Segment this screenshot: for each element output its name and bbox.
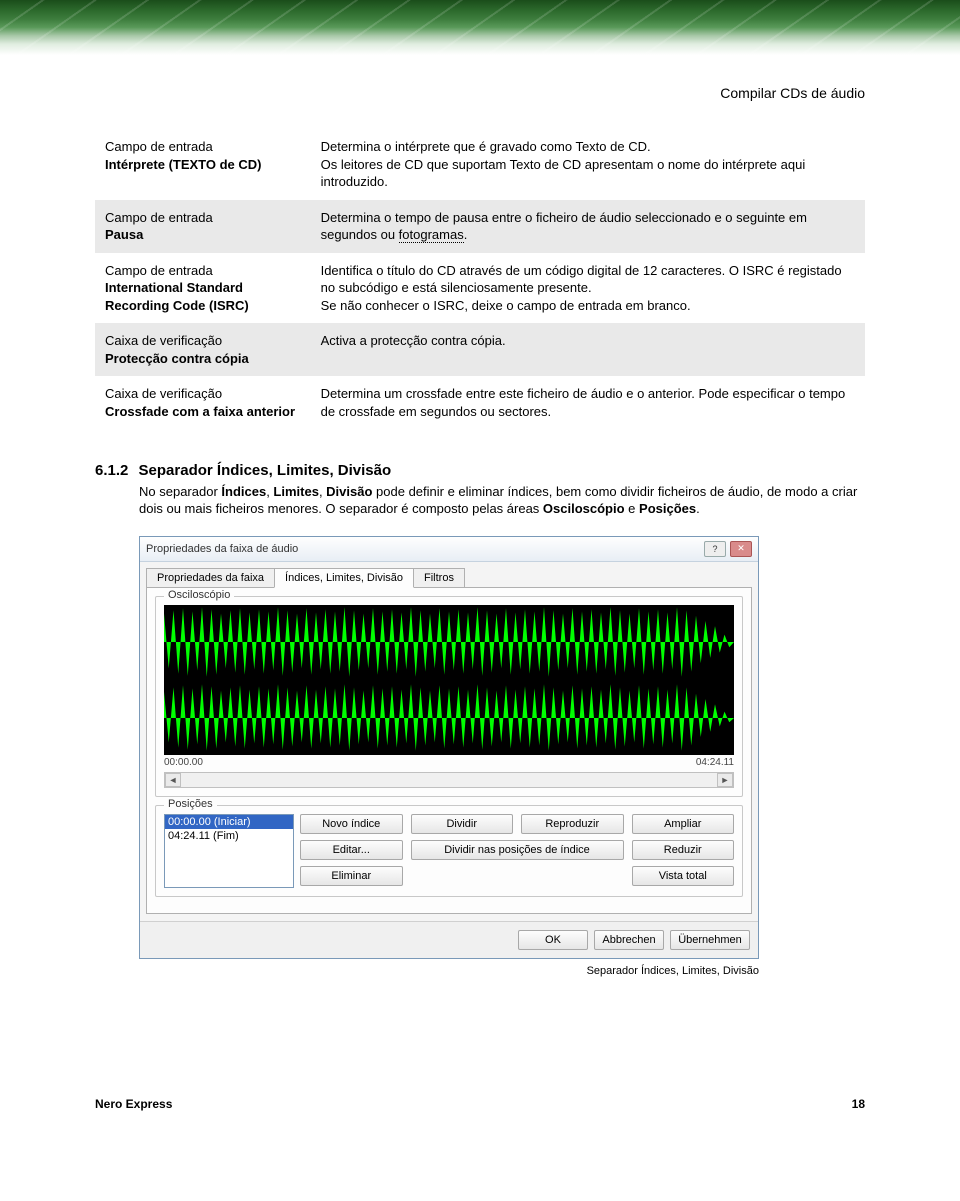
field-desc-line: Determina o tempo de pausa entre o fiche…	[321, 210, 807, 243]
chapter-title: Compilar CDs de áudio	[95, 85, 865, 101]
reproduzir-button[interactable]: Reproduzir	[521, 814, 624, 834]
section-bold: Posições	[639, 501, 696, 516]
table-row: Caixa de verificação Crossfade com a fai…	[95, 376, 865, 429]
section-number: 6.1.2	[95, 462, 128, 479]
section-text: No separador	[139, 484, 221, 499]
section-bold: Osciloscópio	[543, 501, 625, 516]
field-type: Caixa de verificação	[105, 332, 301, 350]
section-bold: Índices	[221, 484, 266, 499]
figure-caption: Separador Índices, Limites, Divisão	[139, 965, 759, 977]
group-positions: Posições 00:00.00 (Iniciar) 04:24.11 (Fi…	[155, 805, 743, 897]
section-body: No separador Índices, Limites, Divisão p…	[139, 483, 865, 518]
editar-button[interactable]: Editar...	[300, 840, 403, 860]
field-desc-line: Activa a protecção contra cópia.	[321, 332, 855, 350]
field-desc-line: Identifica o título do CD através de um …	[321, 262, 855, 297]
apply-button[interactable]: Übernehmen	[670, 930, 750, 950]
info-table: Campo de entrada Intérprete (TEXTO de CD…	[95, 129, 865, 430]
dividir-posicoes-button[interactable]: Dividir nas posições de índice	[411, 840, 624, 860]
section-title: Separador Índices, Limites, Divisão	[139, 462, 392, 479]
page-number: 18	[852, 1097, 865, 1111]
field-desc-line: Determina o intérprete que é gravado com…	[321, 138, 855, 156]
dialog-title: Propriedades da faixa de áudio	[146, 543, 298, 555]
ok-button[interactable]: OK	[518, 930, 588, 950]
ampliar-button[interactable]: Ampliar	[632, 814, 735, 834]
tab-indices[interactable]: Índices, Limites, Divisão	[274, 568, 414, 588]
glossary-link[interactable]: fotogramas	[399, 227, 464, 243]
table-row: Campo de entrada Pausa Determina o tempo…	[95, 200, 865, 253]
field-name: Pausa	[105, 226, 301, 244]
scroll-right-icon[interactable]: ►	[717, 773, 733, 787]
field-name: International Standard Recording Code (I…	[105, 279, 301, 314]
tab-filtros[interactable]: Filtros	[413, 568, 465, 588]
cancel-button[interactable]: Abbrechen	[594, 930, 664, 950]
product-name: Nero Express	[95, 1097, 172, 1111]
field-type: Campo de entrada	[105, 209, 301, 227]
field-name: Intérprete (TEXTO de CD)	[105, 156, 301, 174]
list-item[interactable]: 00:00.00 (Iniciar)	[165, 815, 293, 829]
section-bold: Divisão	[326, 484, 372, 499]
page-footer: Nero Express 18	[0, 1097, 960, 1111]
section-text: .	[696, 501, 700, 516]
field-name: Crossfade com a faixa anterior	[105, 403, 301, 421]
help-button[interactable]: ?	[704, 541, 726, 557]
list-item[interactable]: 04:24.11 (Fim)	[165, 829, 293, 843]
new-index-button[interactable]: Novo índice	[300, 814, 403, 834]
waveform-display[interactable]	[164, 605, 734, 755]
dialog-tabs: Propriedades da faixa Índices, Limites, …	[140, 562, 758, 588]
header-decoration	[0, 0, 960, 55]
vista-total-button[interactable]: Vista total	[632, 866, 735, 886]
section-bold: Limites	[273, 484, 319, 499]
time-start: 00:00.00	[164, 757, 203, 768]
table-row: Campo de entrada Intérprete (TEXTO de CD…	[95, 129, 865, 200]
section-text: e	[625, 501, 639, 516]
waveform-time-ruler: 00:00.00 04:24.11	[164, 757, 734, 768]
table-row: Caixa de verificação Protecção contra có…	[95, 323, 865, 376]
scroll-left-icon[interactable]: ◄	[165, 773, 181, 787]
group-legend: Posições	[164, 798, 217, 810]
waveform-scrollbar[interactable]: ◄ ►	[164, 772, 734, 788]
field-type: Campo de entrada	[105, 262, 301, 280]
field-name: Protecção contra cópia	[105, 350, 301, 368]
field-desc-line: Determina um crossfade entre este fichei…	[321, 385, 855, 420]
section-heading: 6.1.2 Separador Índices, Limites, Divisã…	[95, 462, 865, 479]
group-osciloscope: Osciloscópio	[155, 596, 743, 797]
close-button[interactable]: ✕	[730, 541, 752, 557]
group-legend: Osciloscópio	[164, 589, 234, 601]
dialog-footer: OK Abbrechen Übernehmen	[140, 921, 758, 958]
eliminar-button[interactable]: Eliminar	[300, 866, 403, 886]
field-desc-tail: .	[464, 227, 468, 242]
dialog-screenshot: Propriedades da faixa de áudio ? ✕ Propr…	[139, 536, 759, 959]
table-row: Campo de entrada International Standard …	[95, 253, 865, 324]
reduzir-button[interactable]: Reduzir	[632, 840, 735, 860]
field-type: Caixa de verificação	[105, 385, 301, 403]
dialog-titlebar: Propriedades da faixa de áudio ? ✕	[140, 537, 758, 562]
field-desc-line: Se não conhecer o ISRC, deixe o campo de…	[321, 297, 855, 315]
tab-propriedades[interactable]: Propriedades da faixa	[146, 568, 275, 588]
positions-listbox[interactable]: 00:00.00 (Iniciar) 04:24.11 (Fim)	[164, 814, 294, 888]
field-type: Campo de entrada	[105, 138, 301, 156]
field-desc-line: Os leitores de CD que suportam Texto de …	[321, 156, 855, 191]
time-end: 04:24.11	[696, 757, 734, 768]
dividir-button[interactable]: Dividir	[411, 814, 514, 834]
